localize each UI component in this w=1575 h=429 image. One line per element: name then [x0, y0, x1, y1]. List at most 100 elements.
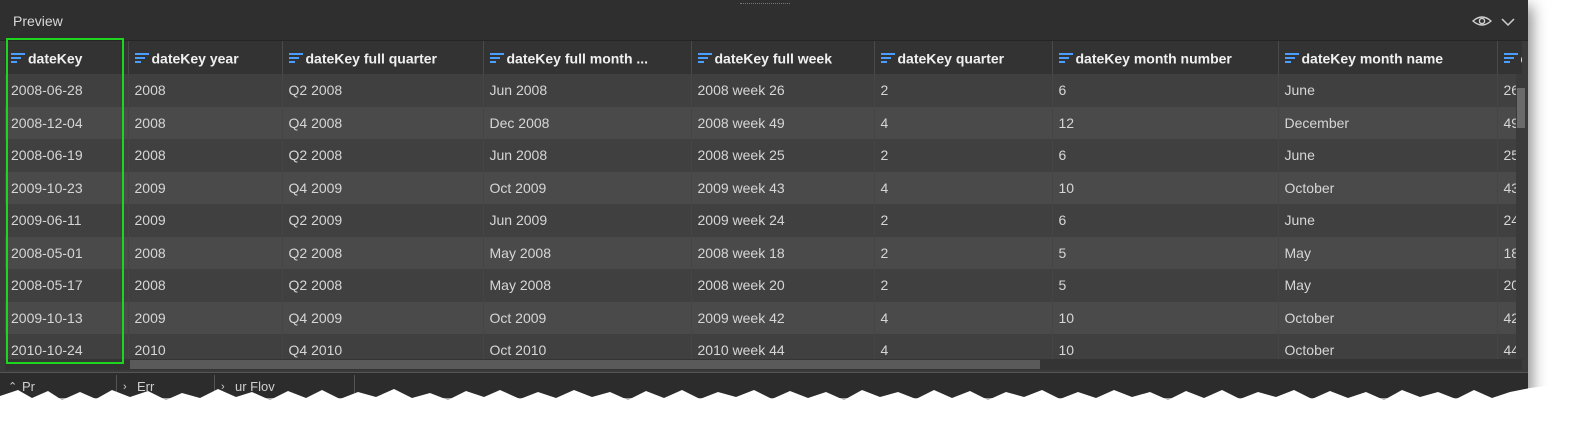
table-cell[interactable]: May — [1278, 236, 1498, 269]
table-cell[interactable]: 2009 week 43 — [691, 171, 875, 204]
table-cell[interactable]: May 2008 — [483, 269, 692, 302]
table-cell[interactable]: June — [1278, 204, 1498, 237]
table-cell[interactable]: June — [1278, 139, 1498, 172]
table-cell[interactable]: 6 — [1052, 204, 1279, 237]
table-cell[interactable]: Q2 2008 — [282, 74, 484, 107]
table-row[interactable]: 2008-06-28 2008 Q2 2008 Jun 2008 2008 week 2… — [5, 74, 1522, 107]
table-cell[interactable]: Q2 2008 — [282, 139, 484, 172]
table-cell[interactable]: October — [1278, 301, 1498, 334]
table-cell[interactable]: 2008 — [128, 269, 283, 302]
column-header[interactable]: dateKey quarter — [874, 41, 1053, 74]
table-cell[interactable]: 2008-12-04 — [5, 106, 129, 139]
table-cell[interactable]: October — [1278, 334, 1498, 359]
table-row[interactable]: 2010-10-24 2010 Q4 2010 Oct 2010 2010 week 4… — [5, 334, 1522, 359]
table-cell[interactable]: May 2008 — [483, 236, 692, 269]
table-cell[interactable]: 4 — [874, 334, 1053, 359]
column-header[interactable]: d — [1497, 41, 1522, 74]
table-cell[interactable]: 2008-05-01 — [5, 236, 129, 269]
column-header[interactable]: dateKey month number — [1052, 41, 1279, 74]
table-cell[interactable]: Jun 2008 — [483, 74, 692, 107]
table-cell[interactable]: 10 — [1052, 301, 1279, 334]
horizontal-scroll-thumb[interactable] — [130, 360, 1040, 369]
table-cell[interactable]: 2009 week 42 — [691, 301, 875, 334]
table-cell[interactable]: 2009 — [128, 204, 283, 237]
table-cell[interactable]: June — [1278, 74, 1498, 107]
column-header[interactable]: dateKey month name — [1278, 41, 1498, 74]
table-cell[interactable]: 2009 — [128, 301, 283, 334]
table-cell[interactable]: 12 — [1052, 106, 1279, 139]
table-cell[interactable]: 2008 week 25 — [691, 139, 875, 172]
table-cell[interactable]: 2010 week 44 — [691, 334, 875, 359]
table-cell[interactable]: Q2 2008 — [282, 236, 484, 269]
resize-grip[interactable] — [740, 3, 790, 7]
table-cell[interactable]: Oct 2009 — [483, 301, 692, 334]
table-cell[interactable]: October — [1278, 171, 1498, 204]
table-cell[interactable]: 2008-06-28 — [5, 74, 129, 107]
table-cell[interactable]: 2 — [874, 139, 1053, 172]
table-cell[interactable]: 10 — [1052, 171, 1279, 204]
table-cell[interactable]: 2008-05-17 — [5, 269, 129, 302]
table-row[interactable]: 2009-10-13 2009 Q4 2009 Oct 2009 2009 week 4… — [5, 301, 1522, 334]
table-cell[interactable]: 2008 week 49 — [691, 106, 875, 139]
table-cell[interactable]: 2009-06-11 — [5, 204, 129, 237]
table-cell[interactable]: May — [1278, 269, 1498, 302]
table-cell[interactable]: 10 — [1052, 334, 1279, 359]
table-cell[interactable]: Q2 2009 — [282, 204, 484, 237]
table-row[interactable]: 2008-06-19 2008 Q2 2008 Jun 2008 2008 week 2… — [5, 139, 1522, 172]
table-cell[interactable]: 2 — [874, 74, 1053, 107]
table-cell[interactable]: 4 — [874, 106, 1053, 139]
chevron-down-icon[interactable] — [1500, 14, 1516, 30]
table-row[interactable]: 2008-05-17 2008 Q2 2008 May 2008 2008 week 2… — [5, 269, 1522, 302]
table-cell[interactable]: 2008 week 18 — [691, 236, 875, 269]
table-cell[interactable]: Q4 2009 — [282, 171, 484, 204]
column-header-label: dateKey full month ... — [506, 50, 649, 67]
table-cell[interactable]: 2009 week 24 — [691, 204, 875, 237]
table-cell[interactable]: 4 — [874, 301, 1053, 334]
table-cell[interactable]: 2008 week 26 — [691, 74, 875, 107]
table-cell[interactable]: 4 — [874, 171, 1053, 204]
table-cell[interactable]: 2008 week 20 — [691, 269, 875, 302]
table-cell[interactable]: 2010 — [128, 334, 283, 359]
table-cell[interactable]: 2008-06-19 — [5, 139, 129, 172]
preview-data-grid[interactable]: dateKey dateKey year dateKey full quarter d… — [5, 41, 1522, 359]
table-cell[interactable]: 5 — [1052, 269, 1279, 302]
table-cell[interactable]: Oct 2010 — [483, 334, 692, 359]
table-cell[interactable]: 2008 — [128, 139, 283, 172]
panel-title: Preview — [13, 13, 63, 29]
column-header[interactable]: dateKey — [5, 41, 129, 74]
table-row[interactable]: 2008-05-01 2008 Q2 2008 May 2008 2008 week 1… — [5, 236, 1522, 269]
table-row[interactable]: 2009-06-11 2009 Q2 2009 Jun 2009 2009 week 2… — [5, 204, 1522, 237]
preview-titlebar: Preview — [0, 0, 1528, 41]
column-header[interactable]: dateKey full week — [691, 41, 875, 74]
table-row[interactable]: 2009-10-23 2009 Q4 2009 Oct 2009 2009 week 4… — [5, 171, 1522, 204]
table-cell[interactable]: 6 — [1052, 74, 1279, 107]
table-cell[interactable]: 2009-10-13 — [5, 301, 129, 334]
table-cell[interactable]: 6 — [1052, 139, 1279, 172]
table-cell[interactable]: 2009-10-23 — [5, 171, 129, 204]
table-cell[interactable]: Q4 2009 — [282, 301, 484, 334]
table-cell[interactable]: 2008 — [128, 106, 283, 139]
table-cell[interactable]: 2010-10-24 — [5, 334, 129, 359]
table-cell[interactable]: 2 — [874, 204, 1053, 237]
table-cell[interactable]: 2 — [874, 269, 1053, 302]
column-header-label: dateKey full quarter — [305, 50, 437, 67]
table-cell[interactable]: Jun 2008 — [483, 139, 692, 172]
table-cell[interactable]: Q2 2008 — [282, 269, 484, 302]
column-header[interactable]: dateKey full month ... — [483, 41, 692, 74]
table-cell[interactable]: 2008 — [128, 236, 283, 269]
table-cell[interactable]: Q4 2010 — [282, 334, 484, 359]
column-header[interactable]: dateKey year — [128, 41, 283, 74]
table-cell[interactable]: 2009 — [128, 171, 283, 204]
table-cell[interactable]: Jun 2009 — [483, 204, 692, 237]
eye-icon[interactable] — [1472, 13, 1492, 29]
table-cell[interactable]: Q4 2008 — [282, 106, 484, 139]
table-cell[interactable]: 5 — [1052, 236, 1279, 269]
table-cell[interactable]: December — [1278, 106, 1498, 139]
table-cell[interactable]: Dec 2008 — [483, 106, 692, 139]
vertical-scroll-thumb[interactable] — [1517, 88, 1525, 128]
column-header[interactable]: dateKey full quarter — [282, 41, 484, 74]
table-cell[interactable]: Oct 2009 — [483, 171, 692, 204]
table-cell[interactable]: 2 — [874, 236, 1053, 269]
table-row[interactable]: 2008-12-04 2008 Q4 2008 Dec 2008 2008 week 4… — [5, 106, 1522, 139]
table-cell[interactable]: 2008 — [128, 74, 283, 107]
